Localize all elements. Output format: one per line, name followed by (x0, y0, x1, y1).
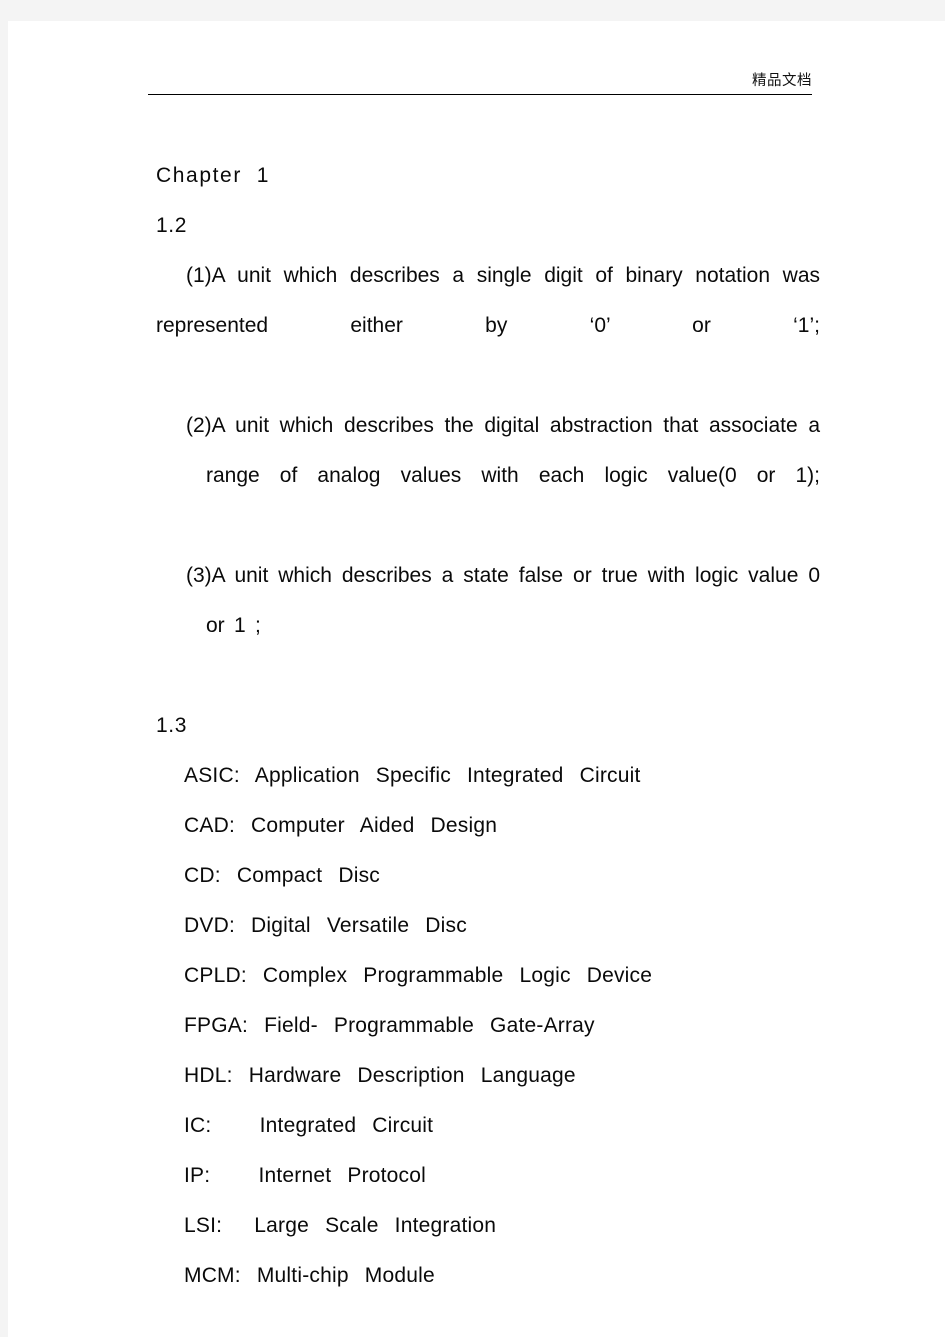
list-item: FPGA: Field- Programmable Gate-Array (184, 1014, 595, 1037)
list-item: IP: Internet Protocol (184, 1164, 427, 1187)
list-item: (3)A unit which describes a state false … (186, 564, 820, 637)
section-number-1-3: 1.3 (156, 714, 187, 737)
list-item: ASIC: Application Specific Integrated Ci… (184, 764, 641, 787)
list-item: CPLD: Complex Programmable Logic Device (184, 964, 653, 987)
chapter-title: Chapter 1 (156, 164, 271, 187)
page-header: 精品文档 (148, 71, 812, 95)
header-divider-rule (148, 94, 812, 95)
document-body: Chapter 1 1.2 (1)A unit which describes … (156, 151, 820, 1301)
header-watermark-text: 精品文档 (752, 73, 812, 89)
list-item: CD: Compact Disc (184, 864, 380, 887)
list-item: IC: Integrated Circuit (184, 1114, 434, 1137)
abbreviation-list: ASIC: Application Specific Integrated Ci… (156, 751, 820, 1301)
list-item: LSI: Large Scale Integration (184, 1214, 497, 1237)
section-number-1-2: 1.2 (156, 214, 187, 237)
list-item: (2)A unit which describes the digital ab… (186, 414, 820, 487)
list-item: (1)A unit which describes a single digit… (156, 264, 820, 337)
list-item: HDL: Hardware Description Language (184, 1064, 576, 1087)
list-item: DVD: Digital Versatile Disc (184, 914, 467, 937)
document-page: 精品文档 Chapter 1 1.2 (1)A unit which descr… (8, 21, 945, 1337)
list-item: CAD: Computer Aided Design (184, 814, 498, 837)
list-item: MCM: Multi-chip Module (184, 1264, 435, 1287)
